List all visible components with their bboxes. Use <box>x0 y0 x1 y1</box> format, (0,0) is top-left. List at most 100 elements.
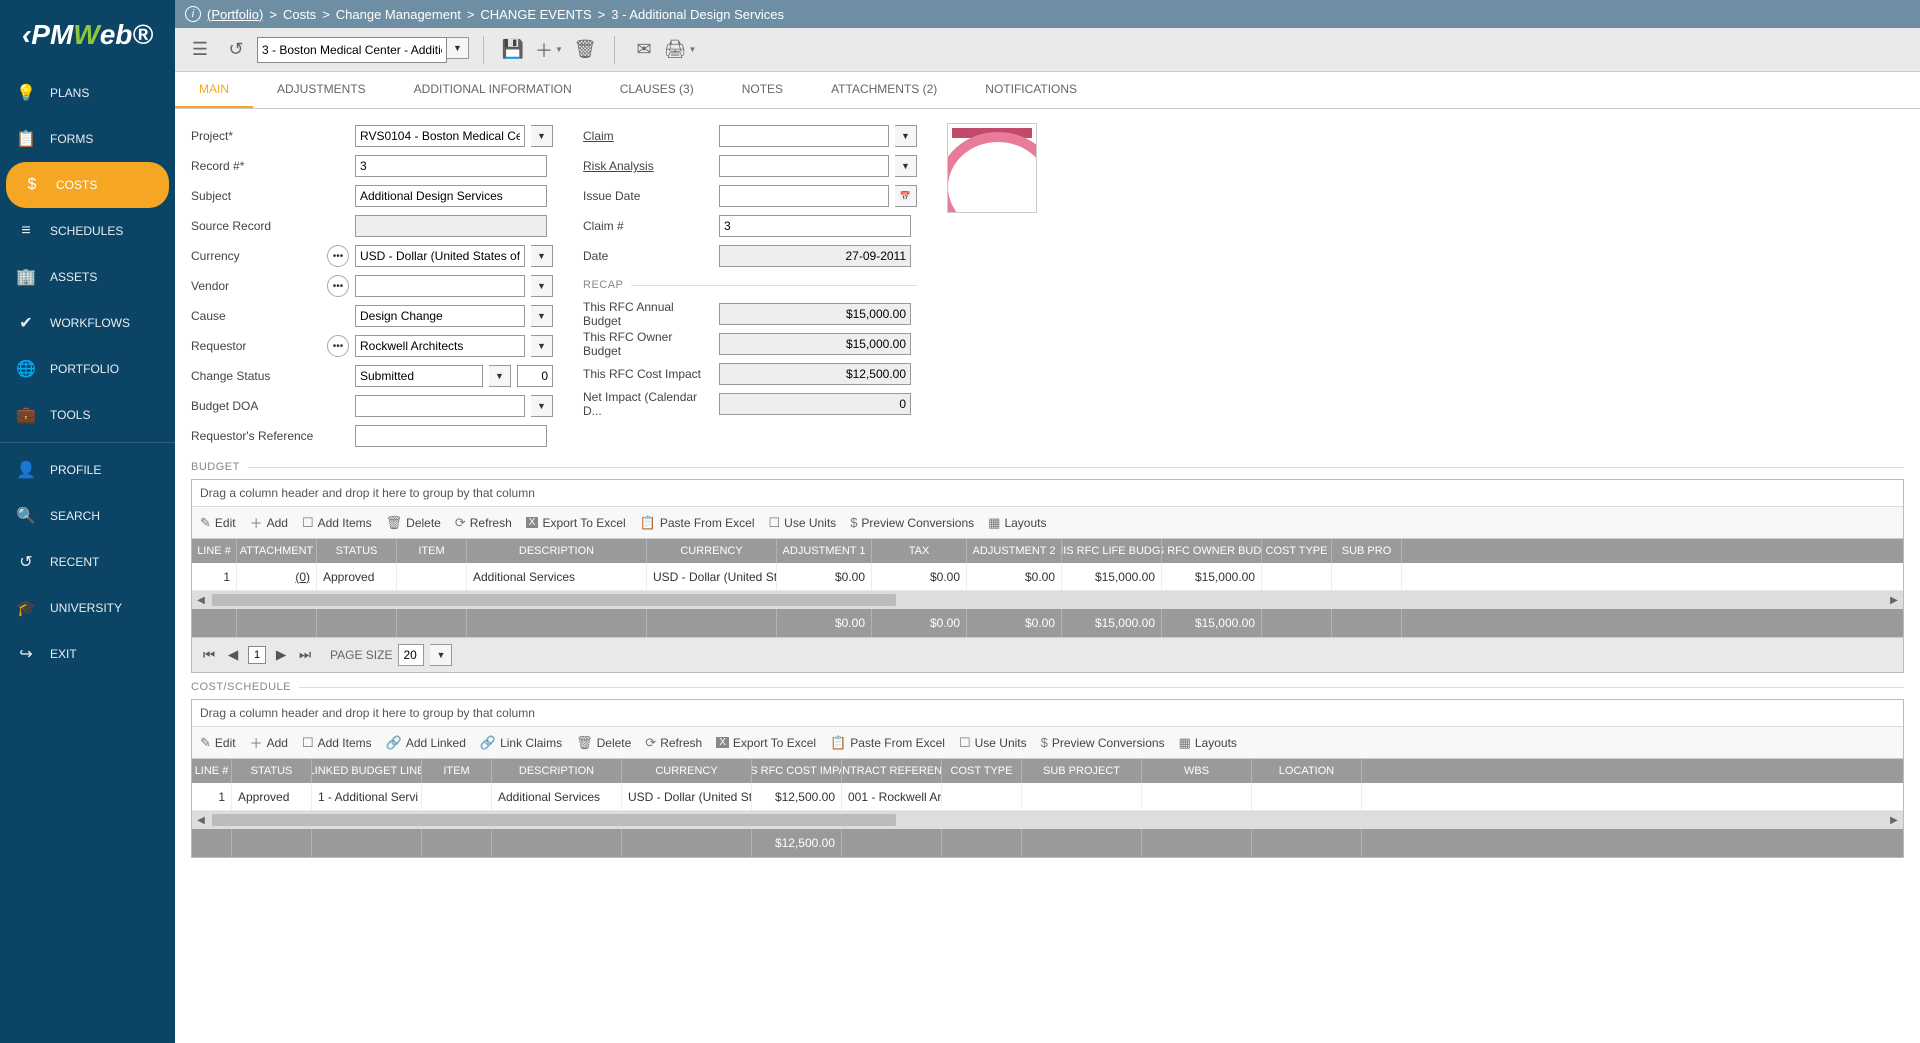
project-dd[interactable]: ▼ <box>531 125 553 147</box>
budget-refresh-button[interactable]: ⟳Refresh <box>455 515 512 531</box>
vendor-input[interactable] <box>355 275 525 297</box>
tab-attachments[interactable]: ATTACHMENTS (2) <box>807 72 961 108</box>
sidebar-item-costs[interactable]: $COSTS <box>6 162 169 208</box>
cost-layouts-button[interactable]: ▦Layouts <box>1179 735 1237 751</box>
sidebar-item-portfolio[interactable]: 🌐PORTFOLIO <box>0 346 175 392</box>
tab-notifications[interactable]: NOTIFICATIONS <box>961 72 1101 108</box>
sidebar-item-plans[interactable]: 💡PLANS <box>0 70 175 116</box>
sidebar-item-forms[interactable]: 📋FORMS <box>0 116 175 162</box>
col-currency[interactable]: CURRENCY <box>622 759 752 783</box>
cost-link-claims-button[interactable]: 🔗Link Claims <box>480 735 562 751</box>
record-select[interactable] <box>257 37 447 63</box>
project-input[interactable] <box>355 125 525 147</box>
col-currency[interactable]: CURRENCY <box>647 539 777 563</box>
cost-add-items-button[interactable]: ☐Add Items <box>302 735 372 751</box>
change-status-input[interactable] <box>355 365 483 387</box>
scroll-right-icon[interactable]: ▶ <box>1885 595 1903 606</box>
sidebar-item-university[interactable]: 🎓UNIVERSITY <box>0 585 175 631</box>
tab-adjustments[interactable]: ADJUSTMENTS <box>253 72 390 108</box>
subject-input[interactable] <box>355 185 547 207</box>
budget-h-scrollbar[interactable]: ◀ ▶ <box>192 591 1903 609</box>
list-button[interactable]: ☰ <box>185 35 215 65</box>
cost-use-units-button[interactable]: ☐Use Units <box>959 735 1027 751</box>
sidebar-item-schedules[interactable]: ≡SCHEDULES <box>0 208 175 254</box>
pager-last[interactable]: ⏭ <box>296 646 314 664</box>
budget-paste-button[interactable]: 📋Paste From Excel <box>640 515 755 531</box>
risk-input[interactable] <box>719 155 889 177</box>
col-wbs[interactable]: WBS <box>1142 759 1252 783</box>
pager-next[interactable]: ▶ <box>272 646 290 664</box>
cost-refresh-button[interactable]: ⟳Refresh <box>645 735 702 751</box>
requestor-more-button[interactable]: ••• <box>327 335 349 357</box>
info-icon[interactable]: i <box>185 6 201 22</box>
change-status-num[interactable] <box>517 365 553 387</box>
col-location[interactable]: LOCATION <box>1252 759 1362 783</box>
budget-export-button[interactable]: XExport To Excel <box>526 516 626 530</box>
vendor-dd[interactable]: ▼ <box>531 275 553 297</box>
currency-more-button[interactable]: ••• <box>327 245 349 267</box>
budget-delete-button[interactable]: 🗑Delete <box>386 515 441 531</box>
cost-add-button[interactable]: ＋Add <box>250 733 288 752</box>
cost-edit-button[interactable]: ✎Edit <box>200 735 236 751</box>
record-select-caret[interactable]: ▼ <box>447 37 469 59</box>
col-owner[interactable]: THIS RFC OWNER BUDGET <box>1162 539 1262 563</box>
attachment-link[interactable]: (0) <box>295 570 310 584</box>
sidebar-item-search[interactable]: 🔍SEARCH <box>0 493 175 539</box>
currency-input[interactable] <box>355 245 525 267</box>
req-ref-input[interactable] <box>355 425 547 447</box>
sidebar-item-tools[interactable]: 💼TOOLS <box>0 392 175 438</box>
change-status-dd[interactable]: ▼ <box>489 365 511 387</box>
col-status[interactable]: STATUS <box>232 759 312 783</box>
budget-add-button[interactable]: ＋Add <box>250 513 288 532</box>
sidebar-item-assets[interactable]: 🏢ASSETS <box>0 254 175 300</box>
print-button[interactable]: 🖨▼ <box>665 35 695 65</box>
col-sub-project[interactable]: SUB PROJECT <box>1022 759 1142 783</box>
cost-paste-button[interactable]: 📋Paste From Excel <box>830 735 945 751</box>
pager-prev[interactable]: ◀ <box>224 646 242 664</box>
budget-group-hint[interactable]: Drag a column header and drop it here to… <box>192 480 1903 507</box>
tab-clauses[interactable]: CLAUSES (3) <box>596 72 718 108</box>
claim-no-input[interactable] <box>719 215 911 237</box>
col-item[interactable]: ITEM <box>397 539 467 563</box>
col-impact[interactable]: THIS RFC COST IMPACT <box>752 759 842 783</box>
claim-input[interactable] <box>719 125 889 147</box>
col-cost-type[interactable]: COST TYPE <box>942 759 1022 783</box>
risk-label[interactable]: Risk Analysis <box>583 159 713 173</box>
col-status[interactable]: STATUS <box>317 539 397 563</box>
sidebar-item-profile[interactable]: 👤PROFILE <box>0 447 175 493</box>
col-description[interactable]: DESCRIPTION <box>467 539 647 563</box>
sidebar-item-workflows[interactable]: ✔WORKFLOWS <box>0 300 175 346</box>
scroll-right-icon[interactable]: ▶ <box>1885 815 1903 826</box>
col-description[interactable]: DESCRIPTION <box>492 759 622 783</box>
cost-row[interactable]: 1 Approved 1 - Additional Servi Addition… <box>192 783 1903 811</box>
col-linked-budget[interactable]: LINKED BUDGET LINE <box>312 759 422 783</box>
budget-add-items-button[interactable]: ☐Add Items <box>302 515 372 531</box>
budget-preview-button[interactable]: $Preview Conversions <box>850 515 974 530</box>
history-button[interactable]: ↺ <box>221 35 251 65</box>
sidebar-item-recent[interactable]: ↺RECENT <box>0 539 175 585</box>
col-line[interactable]: LINE # <box>192 539 237 563</box>
scroll-thumb[interactable] <box>212 814 896 826</box>
claim-dd[interactable]: ▼ <box>895 125 917 147</box>
email-button[interactable]: ✉ <box>629 35 659 65</box>
scroll-thumb[interactable] <box>212 594 896 606</box>
budget-layouts-button[interactable]: ▦Layouts <box>988 515 1046 531</box>
cost-group-hint[interactable]: Drag a column header and drop it here to… <box>192 700 1903 727</box>
budget-edit-button[interactable]: ✎Edit <box>200 515 236 531</box>
requestor-input[interactable] <box>355 335 525 357</box>
currency-dd[interactable]: ▼ <box>531 245 553 267</box>
save-button[interactable]: 💾 <box>498 35 528 65</box>
cause-input[interactable] <box>355 305 525 327</box>
pager-page[interactable] <box>248 646 266 664</box>
page-size-dd[interactable]: ▼ <box>430 644 452 666</box>
delete-button[interactable]: 🗑 <box>570 35 600 65</box>
sidebar-item-exit[interactable]: ↪EXIT <box>0 631 175 677</box>
issue-date-input[interactable] <box>719 185 889 207</box>
col-line[interactable]: LINE # <box>192 759 232 783</box>
risk-dd[interactable]: ▼ <box>895 155 917 177</box>
col-item[interactable]: ITEM <box>422 759 492 783</box>
breadcrumb-portfolio[interactable]: (Portfolio) <box>207 7 263 22</box>
col-cost-type[interactable]: COST TYPE <box>1262 539 1332 563</box>
budget-use-units-button[interactable]: ☐Use Units <box>769 515 837 531</box>
requestor-dd[interactable]: ▼ <box>531 335 553 357</box>
